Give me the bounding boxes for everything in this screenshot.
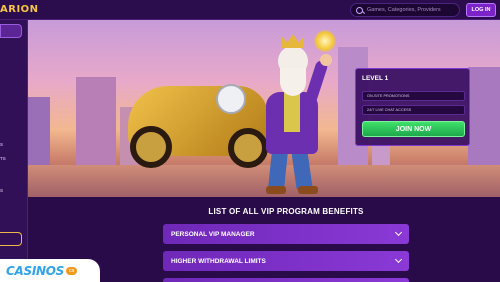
motorcycle-wheel	[130, 126, 172, 168]
character-boot	[298, 186, 318, 194]
sidebar-item-2[interactable]: TS	[0, 156, 6, 161]
building	[468, 67, 500, 167]
motorcycle-wheel	[228, 128, 268, 168]
building	[28, 97, 50, 167]
search-box[interactable]	[350, 3, 460, 17]
street	[28, 165, 500, 197]
character-arm	[303, 59, 329, 107]
benefits-title: LIST OF ALL VIP PROGRAM BENEFITS	[208, 207, 364, 216]
watermark-text: CASINOS	[6, 263, 64, 278]
level-perk: 24/7 LIVE CHAT ACCESS	[362, 105, 465, 115]
accordion-label: PERSONAL VIP MANAGER	[171, 230, 255, 238]
vip-level-card: LEVEL 1 ON-SITE PROMOTIONS 24/7 LIVE CHA…	[355, 68, 470, 146]
login-button[interactable]: LOG IN	[466, 3, 496, 17]
search-input[interactable]	[367, 7, 457, 13]
crown-icon	[282, 34, 304, 48]
level-perk: ON-SITE PROMOTIONS	[362, 91, 465, 101]
chevron-down-icon	[394, 228, 403, 237]
character-shirt	[284, 92, 300, 132]
chevron-down-icon	[394, 255, 403, 264]
sidebar: S TS S	[0, 20, 28, 282]
accordion-label: HIGHER WITHDRAWAL LIMITS	[171, 257, 266, 265]
sidebar-item-3[interactable]: S	[0, 188, 3, 193]
top-bar: ARION LOG IN	[0, 0, 500, 20]
sidebar-item-1[interactable]: S	[0, 142, 3, 147]
sidebar-toggle-button[interactable]	[0, 24, 22, 38]
character-boot	[266, 186, 286, 194]
join-now-button[interactable]: JOIN NOW	[362, 121, 465, 137]
benefit-accordion-partial[interactable]	[163, 278, 409, 282]
glow-orb	[314, 30, 336, 52]
casinos-watermark: CASINOS ca	[0, 259, 100, 282]
sidebar-bottom-button[interactable]	[0, 232, 22, 246]
character-hand	[320, 54, 332, 66]
benefit-accordion-higher-withdrawal-limits[interactable]: HIGHER WITHDRAWAL LIMITS	[163, 251, 409, 271]
benefit-accordion-personal-vip-manager[interactable]: PERSONAL VIP MANAGER	[163, 224, 409, 244]
watermark-badge: ca	[66, 266, 78, 275]
building	[76, 77, 116, 167]
level-title: LEVEL 1	[362, 75, 389, 82]
character-beard	[280, 68, 306, 96]
search-icon	[356, 6, 363, 14]
site-logo[interactable]: ARION	[0, 4, 39, 15]
helmet	[216, 84, 246, 114]
